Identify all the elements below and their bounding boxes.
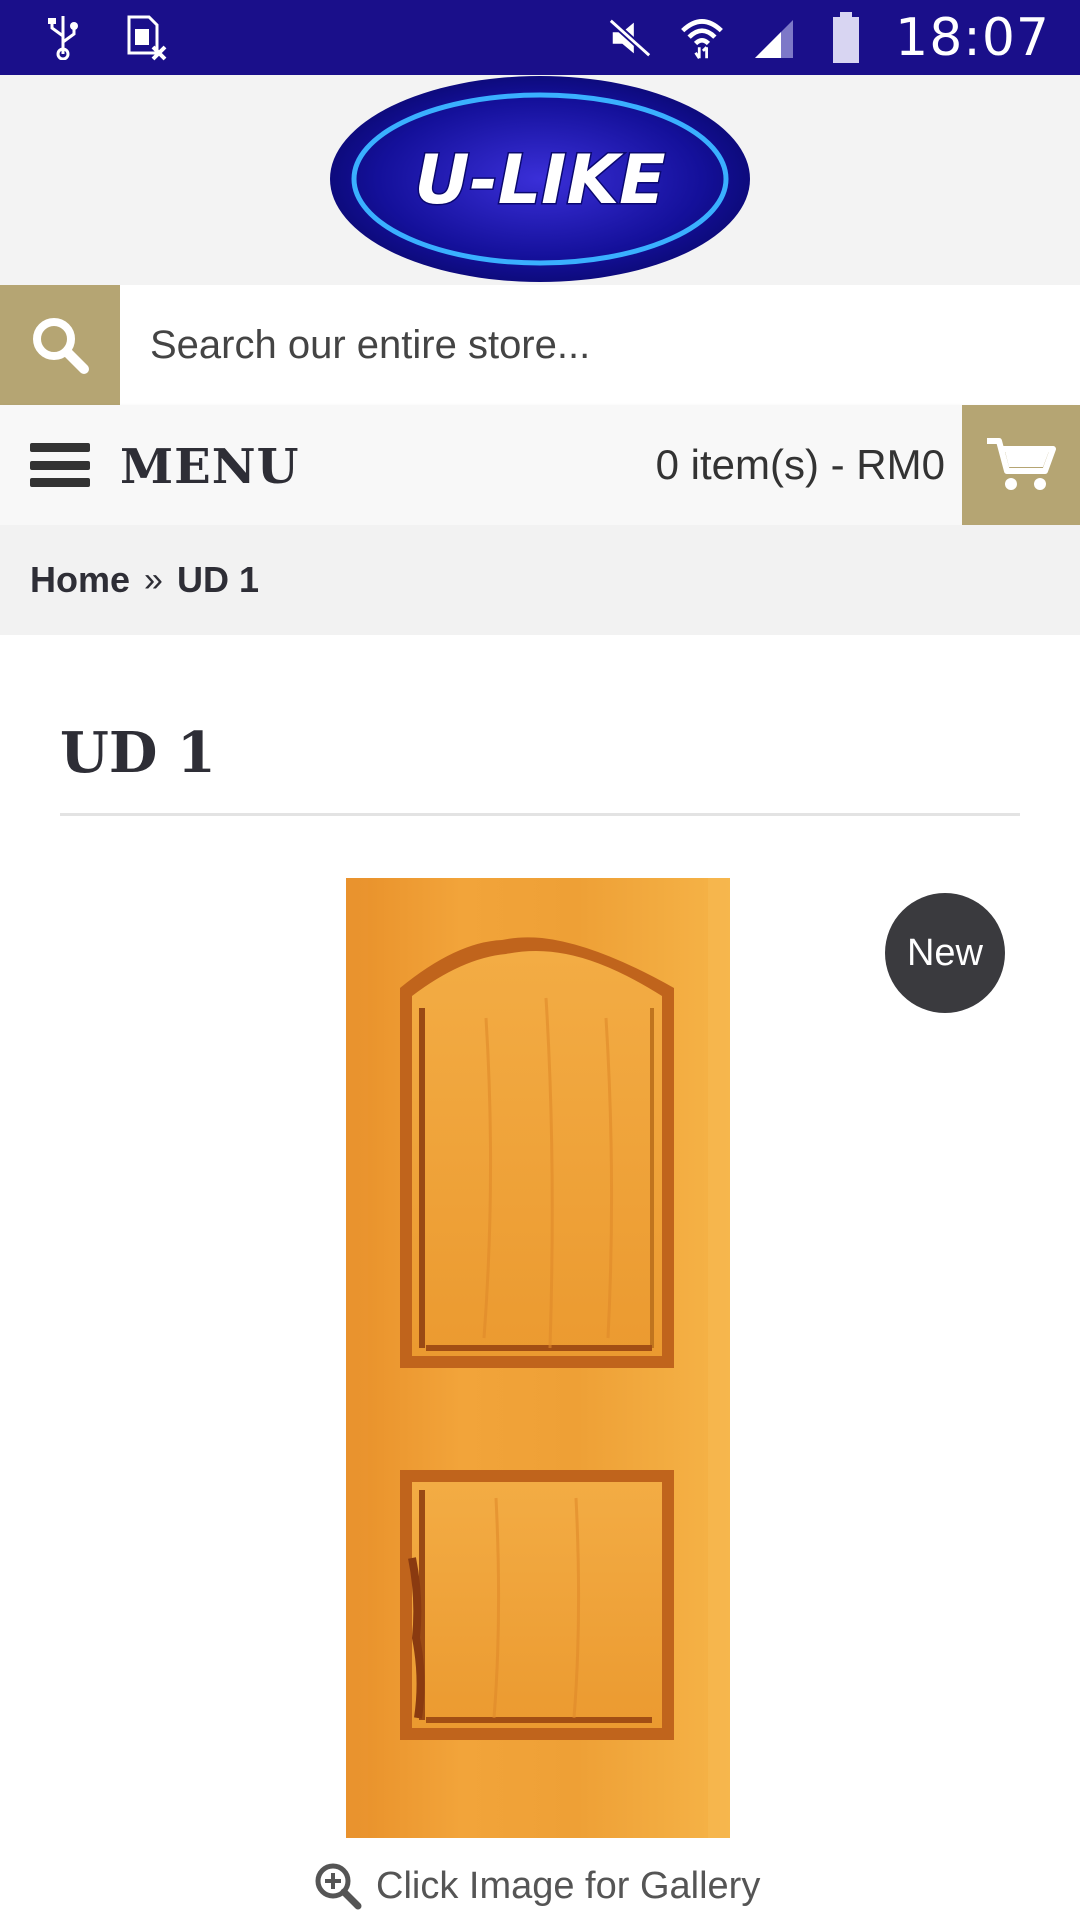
sim-off-icon: [124, 14, 170, 61]
hamburger-icon[interactable]: [30, 435, 90, 495]
search-input[interactable]: [150, 285, 1050, 405]
product-image[interactable]: [346, 878, 730, 1838]
status-time: 18:07: [895, 8, 1050, 68]
status-bar: 18:07: [0, 0, 1080, 75]
page-title: UD 1: [60, 720, 216, 786]
cart-summary[interactable]: 0 item(s) - RM0: [656, 441, 945, 489]
site-logo[interactable]: U-LIKE: [328, 75, 752, 283]
zoom-in-icon: [315, 1863, 362, 1910]
site-header: U-LIKE: [0, 75, 1080, 285]
signal-icon: [751, 15, 797, 61]
battery-icon: [823, 12, 869, 63]
menu-button[interactable]: MENU: [120, 439, 299, 495]
search-button[interactable]: [0, 285, 120, 405]
breadcrumb: Home » UD 1: [0, 525, 1080, 635]
breadcrumb-home[interactable]: Home: [30, 559, 130, 601]
cart-button[interactable]: [962, 405, 1080, 525]
title-divider: [60, 813, 1020, 816]
breadcrumb-separator: »: [144, 560, 163, 599]
search-bar: [0, 285, 1080, 405]
breadcrumb-current[interactable]: UD 1: [177, 559, 259, 601]
wifi-icon: [679, 15, 725, 61]
svg-text:U-LIKE: U-LIKE: [414, 141, 665, 220]
menu-bar: MENU 0 item(s) - RM0: [0, 405, 1080, 525]
new-badge: New: [885, 893, 1005, 1013]
search-icon: [33, 318, 89, 374]
cart-icon: [987, 438, 1056, 490]
usb-icon: [40, 14, 86, 60]
mute-icon: [607, 15, 653, 61]
gallery-link-label: Click Image for Gallery: [376, 1864, 761, 1907]
gallery-link[interactable]: Click Image for Gallery: [314, 1862, 760, 1910]
